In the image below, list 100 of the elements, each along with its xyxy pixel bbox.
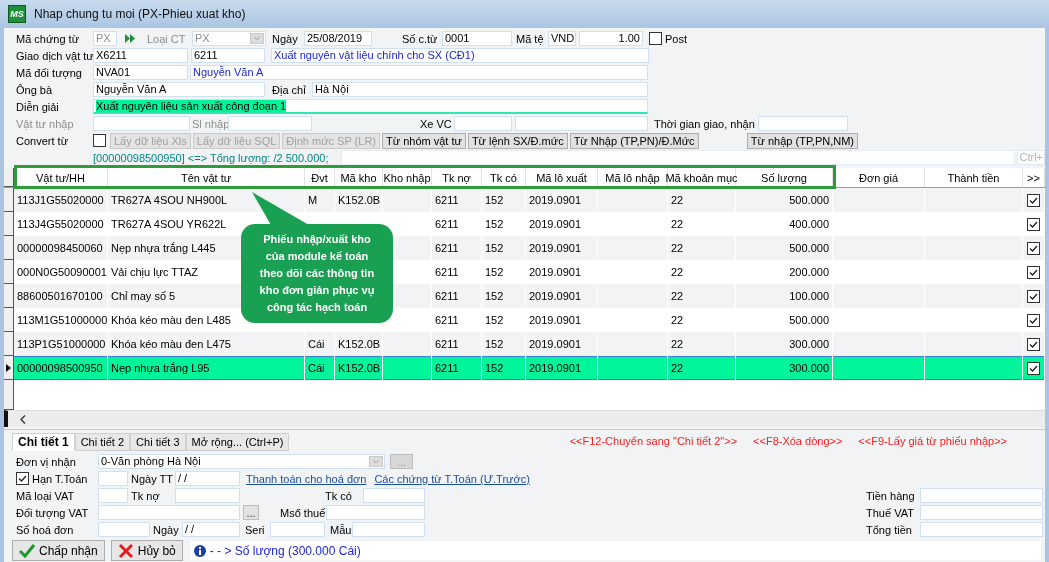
row-selector[interactable] <box>4 380 14 410</box>
accept-button[interactable]: Chấp nhận <box>12 540 105 561</box>
text-field[interactable]: 6211 <box>191 48 265 63</box>
tab[interactable]: Chi tiết 3 <box>130 433 186 451</box>
column-header[interactable]: Tên vật tư <box>108 168 305 187</box>
column-header[interactable]: Số lượng <box>736 168 833 187</box>
checkbox[interactable] <box>1027 289 1040 303</box>
field-label: Xe VC <box>420 117 453 130</box>
field-label: Diễn giải <box>16 100 60 113</box>
row-selector[interactable] <box>4 332 14 356</box>
text-field[interactable]: NVA01 <box>93 65 188 80</box>
text-field[interactable] <box>98 471 128 486</box>
text-field[interactable] <box>98 488 128 503</box>
checkbox[interactable] <box>93 134 106 147</box>
fast-forward-icon[interactable] <box>125 34 135 43</box>
field-label: Địa chỉ <box>272 83 307 96</box>
text-field[interactable] <box>175 488 240 503</box>
checkbox[interactable] <box>1027 361 1040 375</box>
checkbox[interactable] <box>16 472 29 485</box>
dropdown[interactable]: 0-Văn phòng Hà Nội <box>98 454 385 469</box>
text-field[interactable]: / / <box>175 471 240 486</box>
table-cell: 152 <box>482 188 526 212</box>
text-field[interactable] <box>270 522 325 537</box>
tab[interactable]: Chi tiết 2 <box>74 433 131 451</box>
text-field[interactable]: 1.00 <box>579 31 643 46</box>
text-field[interactable] <box>93 116 190 131</box>
text-field[interactable] <box>920 488 1043 503</box>
row-selector[interactable] <box>4 212 14 236</box>
toolbar-button[interactable]: Từ Nhập (TP,PN)/Đ.Mức <box>569 132 699 149</box>
text-field[interactable]: Hà Nội <box>312 82 648 97</box>
checkbox[interactable] <box>1027 265 1040 279</box>
field-label: Post <box>665 32 687 45</box>
text-field[interactable] <box>340 150 1016 165</box>
row-selector[interactable] <box>4 188 14 212</box>
close-icon <box>117 542 134 559</box>
column-header[interactable]: >> <box>1023 168 1045 187</box>
table-cell: 500.000 <box>736 236 833 260</box>
table-cell: M <box>305 188 335 212</box>
row-selector[interactable] <box>4 260 14 284</box>
column-header[interactable]: Tk có <box>482 168 526 187</box>
field-label: Tk có <box>325 489 353 502</box>
field-label: Mső thuế <box>280 506 326 519</box>
table-cell: 6211 <box>432 284 482 308</box>
checkbox[interactable] <box>1027 337 1040 351</box>
text-field[interactable]: 25/08/2019 <box>304 31 372 46</box>
voucher-link[interactable]: Các chứng từ T.Toán (Ư.Trước) <box>374 472 530 485</box>
text-field[interactable] <box>757 116 848 131</box>
tab[interactable]: Chi tiết 1 <box>12 433 75 451</box>
field-label: Loại CT <box>147 32 187 45</box>
column-header[interactable]: Mã kho <box>335 168 383 187</box>
text-field[interactable]: X6211 <box>93 48 188 63</box>
info-icon <box>193 544 206 557</box>
text-field[interactable]: 0001 <box>442 31 512 46</box>
browse-button[interactable]: ... <box>243 505 259 520</box>
column-header[interactable]: Thành tiền <box>925 168 1023 187</box>
checkbox[interactable] <box>1027 193 1040 207</box>
text-field[interactable]: VND <box>548 31 576 46</box>
text-field[interactable] <box>326 505 425 520</box>
table-cell: K152.0B <box>335 188 383 212</box>
text-field[interactable] <box>920 505 1043 520</box>
column-header[interactable]: Tk nợ <box>432 168 482 187</box>
checkbox[interactable] <box>649 32 662 45</box>
text-field[interactable] <box>454 116 512 131</box>
text-field[interactable] <box>920 522 1043 537</box>
tab[interactable]: Mở rộng... (Ctrl+P) <box>185 433 290 451</box>
column-header[interactable]: Kho nhập <box>383 168 432 187</box>
text-field[interactable] <box>228 116 312 131</box>
text-field[interactable]: Nguyễn Văn A <box>190 65 648 80</box>
row-selector[interactable] <box>4 236 14 260</box>
column-header[interactable]: Đơn giá <box>833 168 925 187</box>
toolbar-button[interactable]: Từ lệnh SX/Đ.mức <box>467 132 568 149</box>
column-header[interactable]: Mã lô xuất <box>526 168 598 187</box>
text-field[interactable]: / / <box>182 522 240 537</box>
row-selector[interactable] <box>4 284 14 308</box>
text-field[interactable] <box>98 522 150 537</box>
field-label: Vật tư nhập <box>16 117 75 130</box>
checkbox[interactable] <box>1027 241 1040 255</box>
text-field[interactable] <box>363 488 425 503</box>
column-header[interactable]: Mã khoản mục <box>668 168 736 187</box>
checkbox[interactable] <box>1027 313 1040 327</box>
table-cell: 22 <box>668 188 736 212</box>
field-label: Tổng tiền <box>866 523 913 536</box>
checkbox[interactable] <box>1027 217 1040 231</box>
text-field[interactable] <box>352 522 425 537</box>
text-field[interactable]: Xuất nguyên liệu sản xuất công đoạn 1 <box>93 99 648 114</box>
text-field[interactable] <box>98 505 240 520</box>
text-field[interactable]: Nguyễn Văn A <box>93 82 265 97</box>
row-selector[interactable] <box>4 308 14 332</box>
scroll-left-icon[interactable] <box>20 414 26 424</box>
field-label: Số hoá đơn <box>16 523 75 536</box>
text-field[interactable]: Xuất nguyên vật liệu chính cho SX (CĐ1) <box>271 48 649 63</box>
cancel-button[interactable]: Hủy bỏ <box>110 540 183 561</box>
invoice-link[interactable]: Thanh toán cho hoá đơn <box>246 472 367 485</box>
caret-icon <box>250 33 264 44</box>
toolbar-button[interactable]: Từ nhập (TP,PN,NM) <box>746 132 858 149</box>
text-field[interactable] <box>515 116 648 131</box>
toolbar-button[interactable]: Từ nhóm vật tư <box>382 132 466 149</box>
row-selector[interactable] <box>4 356 14 380</box>
column-header[interactable]: Đvt <box>305 168 335 187</box>
column-header[interactable]: Vật tư/HH <box>14 168 108 187</box>
